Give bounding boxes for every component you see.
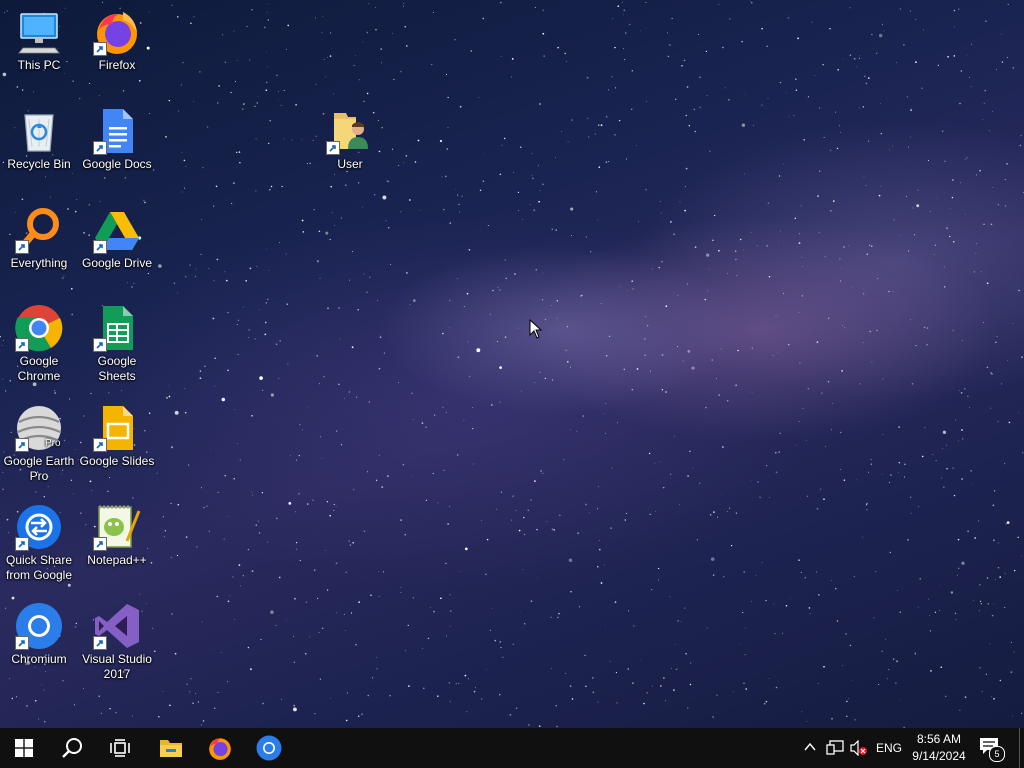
icon-label: Google Sheets <box>97 354 137 383</box>
chromium-icon <box>15 602 63 650</box>
clock-time: 8:56 AM <box>916 732 962 746</box>
desktop-icon-everything[interactable]: Everything <box>0 206 78 271</box>
recycle-bin-icon <box>15 107 63 155</box>
desktop-icon-google-slides[interactable]: Google Slides <box>78 404 156 469</box>
notepad-plus-plus-icon <box>93 503 141 551</box>
earth-pro-badge: Pro <box>45 438 61 449</box>
desktop-icon-notepad-plus-plus[interactable]: Notepad++ <box>78 503 156 568</box>
icon-label: Quick Share from Google <box>5 553 73 582</box>
google-drive-icon <box>93 206 141 254</box>
desktop-icon-google-drive[interactable]: Google Drive <box>78 206 156 271</box>
shortcut-arrow-icon <box>93 537 107 551</box>
shortcut-arrow-icon <box>93 240 107 254</box>
icon-label: Visual Studio 2017 <box>82 652 152 681</box>
desktop-background[interactable]: This PC Recycle Bin Everything Google Ch… <box>0 0 1024 728</box>
desktop-icon-google-earth-pro[interactable]: Pro Google Earth Pro <box>0 404 78 484</box>
task-view-button[interactable] <box>96 728 144 768</box>
taskbar-firefox[interactable] <box>196 728 244 768</box>
shortcut-arrow-icon <box>15 537 29 551</box>
clock-date: 9/14/2024 <box>912 749 966 763</box>
task-view-icon <box>110 739 130 757</box>
everything-search-icon <box>15 206 63 254</box>
shortcut-arrow-icon <box>93 42 107 56</box>
taskbar-chromium[interactable] <box>245 728 293 768</box>
shortcut-arrow-icon <box>326 141 340 155</box>
clock[interactable]: 8:56 AM 9/14/2024 <box>904 731 974 765</box>
visual-studio-icon <box>93 602 141 650</box>
user-folder-icon <box>326 107 374 155</box>
desktop-icon-quick-share[interactable]: Quick Share from Google <box>0 503 78 583</box>
shortcut-arrow-icon <box>15 438 29 452</box>
icon-label: Recycle Bin <box>7 157 71 171</box>
icon-label: Google Docs <box>82 157 152 171</box>
desktop-icon-google-docs[interactable]: Google Docs <box>78 107 156 172</box>
mouse-cursor-icon <box>529 319 543 339</box>
taskbar: ENG 8:56 AM 9/14/2024 5 <box>0 728 1024 768</box>
search-icon <box>62 738 82 758</box>
google-sheets-icon <box>93 304 141 352</box>
language-indicator[interactable]: ENG <box>876 741 902 755</box>
desktop-icon-google-sheets[interactable]: Google Sheets <box>78 304 156 384</box>
windows-logo-icon <box>15 739 33 757</box>
desktop-icon-recycle-bin[interactable]: Recycle Bin <box>0 107 78 172</box>
show-hidden-icons-chevron-up-icon[interactable] <box>804 742 816 752</box>
icon-label: Chromium <box>11 652 67 666</box>
quick-share-icon <box>15 503 63 551</box>
icon-label: Google Slides <box>79 454 155 468</box>
notification-count-badge: 5 <box>989 746 1005 762</box>
shortcut-arrow-icon <box>15 636 29 650</box>
show-desktop-button[interactable] <box>1019 728 1024 768</box>
icon-label: This PC <box>17 58 61 72</box>
shortcut-arrow-icon <box>93 338 107 352</box>
firefox-icon <box>209 738 231 760</box>
icon-label: Firefox <box>98 58 136 72</box>
start-button[interactable] <box>0 728 48 768</box>
computer-icon <box>15 8 63 56</box>
icon-label: Google Earth Pro <box>3 454 75 483</box>
file-explorer-icon <box>160 740 182 757</box>
google-earth-icon: Pro <box>15 404 63 452</box>
shortcut-arrow-icon <box>15 240 29 254</box>
desktop-icon-user[interactable]: User <box>311 107 389 172</box>
shortcut-arrow-icon <box>15 338 29 352</box>
search-button[interactable] <box>48 728 96 768</box>
desktop-icon-chromium[interactable]: Chromium <box>0 602 78 667</box>
desktop-icon-visual-studio[interactable]: Visual Studio 2017 <box>78 602 156 682</box>
volume-muted-icon[interactable] <box>850 740 868 756</box>
icon-label: Google Drive <box>81 256 153 270</box>
action-center-button[interactable]: 5 <box>978 736 1008 762</box>
desktop-icon-firefox[interactable]: Firefox <box>78 8 156 73</box>
shortcut-arrow-icon <box>93 438 107 452</box>
chrome-icon <box>15 304 63 352</box>
chromium-icon <box>256 735 282 761</box>
desktop-icon-google-chrome[interactable]: Google Chrome <box>0 304 78 384</box>
firefox-icon <box>93 8 141 56</box>
desktop-icon-this-pc[interactable]: This PC <box>0 8 78 73</box>
icon-label: Google Chrome <box>17 354 61 383</box>
icon-label: User <box>337 157 363 171</box>
network-icon[interactable] <box>826 740 844 756</box>
google-docs-icon <box>93 107 141 155</box>
icon-label: Notepad++ <box>87 553 147 567</box>
shortcut-arrow-icon <box>93 636 107 650</box>
taskbar-file-explorer[interactable] <box>147 728 195 768</box>
shortcut-arrow-icon <box>93 141 107 155</box>
google-slides-icon <box>93 404 141 452</box>
icon-label: Everything <box>10 256 68 270</box>
